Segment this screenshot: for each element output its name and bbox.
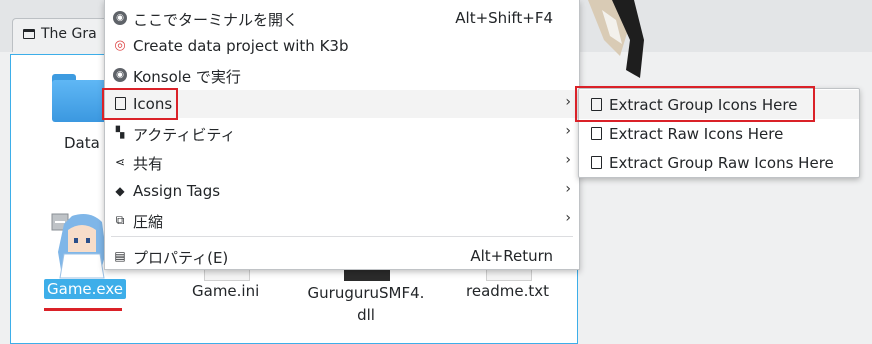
file-label-game-ini[interactable]: Game.ini (192, 282, 259, 300)
document-icon (591, 127, 602, 140)
tab-title: The Gra (41, 26, 97, 42)
activities-icon: ▚ (115, 126, 125, 139)
properties-icon: ▤ (114, 249, 126, 263)
k3b-icon: ◎ (114, 38, 126, 53)
left-pane-edge (0, 52, 10, 336)
menu-item-konsole[interactable]: ◉ Konsole で実行 (105, 61, 579, 89)
tag-icon: ◆ (115, 184, 125, 198)
context-menu: ◉ ここでターミナルを開く Alt+Shift+F4 ◎ Create data… (104, 0, 580, 270)
menu-item-properties[interactable]: ▤ プロパティ(E) Alt+Return (105, 242, 579, 270)
archive-icon: ⧉ (115, 213, 125, 227)
file-label-data[interactable]: Data (64, 134, 100, 152)
submenu-item-extract-group-raw-icons[interactable]: Extract Group Raw Icons Here (579, 148, 859, 177)
share-icon: ⋖ (114, 155, 126, 169)
file-label-game-exe[interactable]: Game.exe (44, 279, 127, 299)
annotation-box-extract (575, 86, 815, 122)
chevron-right-icon: › (565, 94, 571, 110)
menu-item-k3b[interactable]: ◎ Create data project with K3b (105, 32, 579, 60)
konsole-icon: ◉ (113, 68, 127, 82)
menu-item-share[interactable]: ⋖ 共有 › (105, 148, 579, 176)
background-photo (588, 0, 644, 78)
terminal-icon: ◉ (113, 11, 127, 25)
window-icon (23, 29, 35, 39)
game-character-icon[interactable] (50, 212, 110, 282)
tab-folder[interactable]: The Gra (12, 18, 112, 52)
submenu-item-extract-raw-icons[interactable]: Extract Raw Icons Here (579, 119, 859, 148)
chevron-right-icon: › (565, 152, 571, 168)
menu-item-open-terminal[interactable]: ◉ ここでターミナルを開く Alt+Shift+F4 (105, 4, 579, 32)
annotation-box-icons (102, 88, 178, 120)
menu-item-activities[interactable]: ▚ アクティビティ › (105, 119, 579, 147)
chevron-right-icon: › (565, 210, 571, 226)
menu-item-assign-tags[interactable]: ◆ Assign Tags › (105, 177, 579, 205)
chevron-right-icon: › (565, 181, 571, 197)
menu-separator (111, 236, 573, 237)
chevron-right-icon: › (565, 123, 571, 139)
file-label-dll[interactable]: GuruguruSMF4. dll (306, 282, 426, 326)
annotation-underline (44, 308, 122, 311)
document-icon (591, 156, 602, 169)
file-label-readme[interactable]: readme.txt (466, 282, 549, 300)
menu-item-compress[interactable]: ⧉ 圧縮 › (105, 206, 579, 234)
